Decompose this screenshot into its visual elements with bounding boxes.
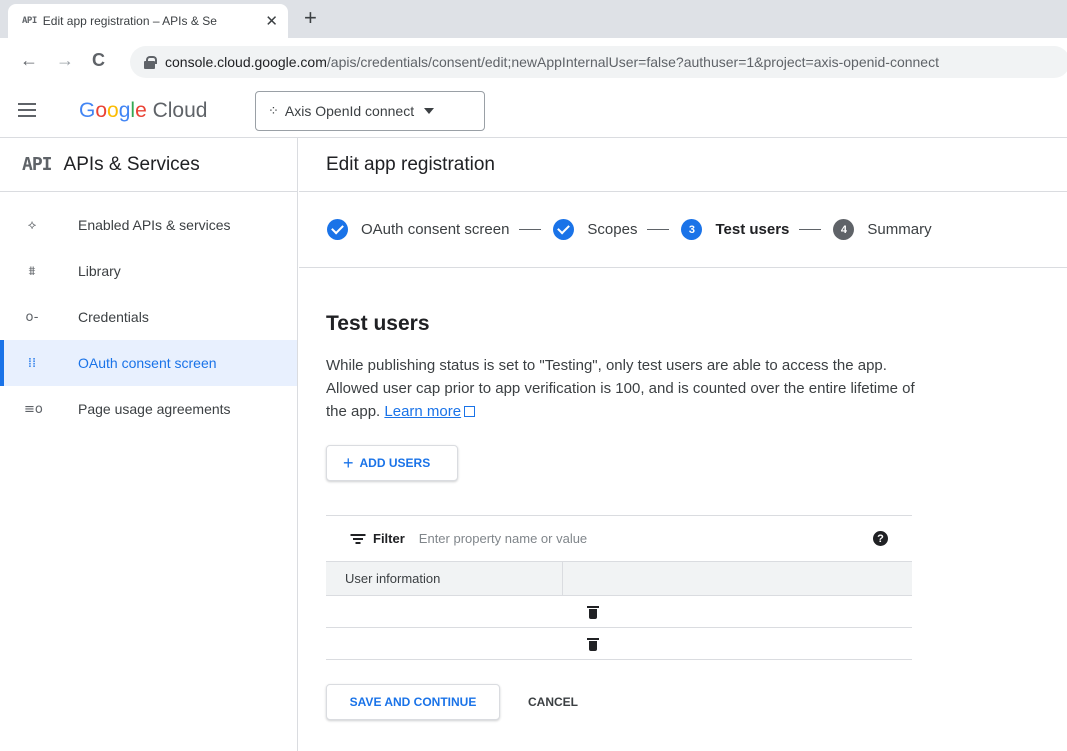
address-bar[interactable]: console.cloud.google.com/apis/credential… bbox=[130, 46, 1067, 78]
logo-letter: e bbox=[135, 99, 147, 122]
lock-icon[interactable] bbox=[144, 55, 157, 69]
step-divider bbox=[799, 229, 822, 230]
sidebar: API APIs & Services ⟡ Enabled APIs & ser… bbox=[0, 138, 298, 751]
agreement-settings-icon: ≡o bbox=[24, 401, 43, 417]
user-cell bbox=[326, 628, 563, 659]
step-divider bbox=[519, 229, 542, 230]
library-icon: ⩩ bbox=[28, 263, 36, 279]
logo-letter: o bbox=[95, 99, 108, 122]
form-actions: SAVE AND CONTINUE CANCEL bbox=[326, 684, 1067, 720]
description-text: While publishing status is set to "Testi… bbox=[326, 354, 926, 423]
browser-tabstrip: API Edit app registration – APIs & Se ✕ … bbox=[0, 0, 1067, 38]
save-and-continue-button[interactable]: SAVE AND CONTINUE bbox=[326, 684, 500, 720]
key-icon: o- bbox=[25, 309, 39, 325]
step-number-badge: 4 bbox=[833, 219, 855, 240]
main-content: Edit app registration OAuth consent scre… bbox=[299, 138, 1067, 751]
step-scopes[interactable]: Scopes bbox=[587, 221, 637, 238]
action-cell bbox=[563, 628, 800, 659]
google-cloud-logo[interactable]: Google Cloud bbox=[79, 98, 207, 124]
section-title: Test users bbox=[326, 312, 430, 335]
reload-icon[interactable]: C bbox=[92, 50, 105, 70]
stepper: OAuth consent screen Scopes 3 Test users… bbox=[299, 192, 1067, 268]
sidebar-title: APIs & Services bbox=[63, 153, 200, 175]
cancel-button[interactable]: CANCEL bbox=[528, 695, 578, 709]
logo-letter: G bbox=[79, 99, 96, 122]
project-icon: ⁘ bbox=[268, 103, 279, 118]
api-icon: API bbox=[22, 154, 52, 175]
url-text[interactable]: console.cloud.google.com/apis/credential… bbox=[165, 54, 939, 70]
filter-label: Filter bbox=[373, 531, 405, 546]
external-link-icon bbox=[464, 406, 476, 417]
sidebar-nav: ⟡ Enabled APIs & services ⩩ Library o- C… bbox=[0, 192, 297, 432]
sidebar-item-oauth-consent-screen[interactable]: ⁞⁞ OAuth consent screen bbox=[0, 340, 297, 386]
user-cell bbox=[326, 596, 563, 627]
step-oauth-consent-screen[interactable]: OAuth consent screen bbox=[361, 221, 509, 238]
step-test-users: Test users bbox=[715, 221, 790, 238]
step-summary: Summary bbox=[867, 221, 932, 238]
logo-letter: o bbox=[107, 99, 119, 122]
trash-icon[interactable] bbox=[587, 605, 599, 619]
forward-arrow-icon[interactable]: → bbox=[56, 50, 74, 70]
sidebar-item-label: OAuth consent screen bbox=[78, 355, 217, 371]
test-users-table: Filter ? User information bbox=[326, 515, 912, 660]
trash-icon[interactable] bbox=[587, 637, 599, 651]
consent-grid-icon: ⁞⁞ bbox=[27, 355, 37, 371]
test-users-section: Test users While publishing status is se… bbox=[299, 312, 1067, 720]
sidebar-item-label: Credentials bbox=[78, 309, 149, 325]
sidebar-item-credentials[interactable]: o- Credentials bbox=[0, 294, 297, 340]
browser-toolbar: ← → C console.cloud.google.com/apis/cred… bbox=[0, 38, 1067, 86]
back-arrow-icon[interactable]: ← bbox=[20, 50, 38, 70]
filter-bar: Filter ? bbox=[326, 516, 912, 562]
plus-icon: + bbox=[343, 453, 354, 473]
check-circle-icon bbox=[327, 219, 348, 240]
step-number-badge: 3 bbox=[681, 219, 703, 240]
close-tab-icon[interactable]: ✕ bbox=[265, 12, 278, 30]
column-header-user-information[interactable]: User information bbox=[326, 562, 563, 595]
new-tab-icon[interactable]: + bbox=[304, 6, 317, 30]
page-title: Edit app registration bbox=[299, 138, 1067, 192]
sidebar-item-label: Library bbox=[78, 263, 121, 279]
table-header-row: User information bbox=[326, 562, 912, 596]
move-arrows-icon: ⟡ bbox=[27, 217, 37, 233]
action-cell bbox=[563, 596, 800, 627]
filter-input[interactable] bbox=[418, 531, 779, 546]
learn-more-link[interactable]: Learn more bbox=[384, 403, 461, 420]
menu-icon[interactable] bbox=[18, 103, 36, 117]
step-divider bbox=[647, 229, 670, 230]
sidebar-item-label: Enabled APIs & services bbox=[78, 217, 231, 233]
table-row bbox=[326, 628, 912, 660]
sidebar-item-page-usage-agreements[interactable]: ≡o Page usage agreements bbox=[0, 386, 297, 432]
table-row bbox=[326, 596, 912, 628]
help-icon[interactable]: ? bbox=[873, 531, 888, 546]
url-host: console.cloud.google.com bbox=[165, 54, 327, 70]
chevron-down-icon bbox=[424, 108, 435, 114]
sidebar-item-enabled-apis[interactable]: ⟡ Enabled APIs & services bbox=[0, 202, 297, 248]
url-path: /apis/credentials/consent/edit;newAppInt… bbox=[326, 54, 939, 70]
tab-title: Edit app registration – APIs & Se bbox=[42, 14, 217, 28]
project-picker[interactable]: ⁘ Axis OpenId connect bbox=[255, 91, 485, 131]
sidebar-item-label: Page usage agreements bbox=[78, 401, 231, 417]
console-header: Google Cloud ⁘ Axis OpenId connect bbox=[0, 86, 1067, 138]
column-header-actions bbox=[563, 562, 800, 595]
api-favicon-icon: API bbox=[22, 16, 37, 26]
browser-tab[interactable]: API Edit app registration – APIs & Se ✕ bbox=[8, 4, 288, 38]
check-circle-icon bbox=[553, 219, 575, 240]
add-users-button[interactable]: + ADD USERS bbox=[326, 445, 458, 481]
filter-icon bbox=[350, 533, 365, 544]
project-name: Axis OpenId connect bbox=[284, 103, 415, 119]
sidebar-header: API APIs & Services bbox=[0, 138, 297, 192]
sidebar-item-library[interactable]: ⩩ Library bbox=[0, 248, 297, 294]
logo-suffix: Cloud bbox=[146, 99, 208, 122]
add-users-label: ADD USERS bbox=[359, 456, 431, 470]
logo-letter: g bbox=[118, 99, 131, 122]
